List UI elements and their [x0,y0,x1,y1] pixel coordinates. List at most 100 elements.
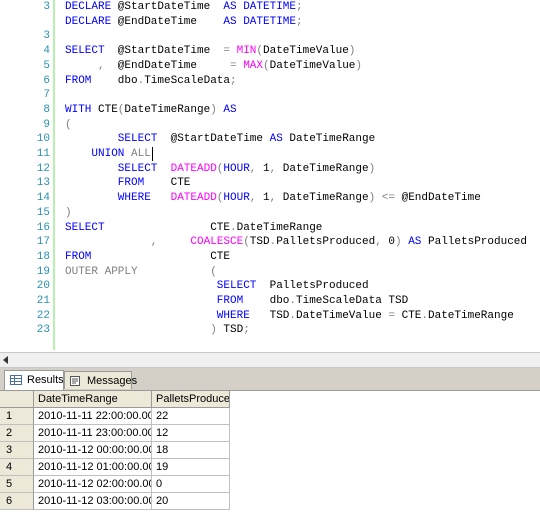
table-row[interactable]: 2 2010-11-11 23:00:00.000 12 [0,425,232,442]
line-number: 23 [36,324,50,337]
code-token: FROM [216,295,244,307]
code-line[interactable]: 11 UNION ALL [0,147,540,161]
scroll-left-arrow-icon[interactable] [3,356,8,364]
code-line[interactable]: 8 WITH CTE(DateTimeRange) AS [0,103,540,117]
datetimerange-cell[interactable]: 2010-11-12 01:00:00.000 [34,459,152,476]
code-line[interactable]: 6 FROM dbo. TimeScaleData; [0,74,540,88]
table-row[interactable]: 6 2010-11-12 03:00:00.000 20 [0,493,232,510]
code-token: AS [408,236,422,249]
code-token: MIN [236,45,257,58]
results-grid[interactable]: DateTimeRange PalletsProduced 1 2010-11-1… [0,391,540,512]
code-line[interactable]: 14 WHERE DATEADD(HOUR, 1, DateTimeRange)… [0,191,540,205]
palletsproduced-cell[interactable]: 0 [152,476,230,493]
code-line[interactable]: 20 SELECT PalletsProduced [0,279,540,293]
code-token: . [421,309,428,322]
code-line[interactable]: 18 FROM CTE [0,250,540,264]
grid-icon [10,375,22,385]
code-line[interactable]: 17 , COALESCE(TSD. PalletsProduced, 0) AS… [0,235,540,249]
code-token: 1 [256,162,270,175]
code-token: DateTimeValue [296,309,389,322]
line-number: 3 [43,30,50,43]
row-number-cell[interactable]: 3 [0,442,34,459]
code-line[interactable]: 12 SELECT DATEADD(HOUR, 1, DateTimeRange… [0,162,540,176]
code-line[interactable]: 3 [0,29,540,43]
datetimerange-cell[interactable]: 2010-11-12 02:00:00.000 [34,476,152,493]
code-line[interactable]: 5 , @EndDateTime = MAX(DateTimeValue) [0,59,540,73]
line-number: 17 [36,236,50,249]
code-line[interactable]: 16 SELECT CTE. DateTimeRange [0,221,540,235]
code-token: ; [296,1,303,13]
code-line[interactable]: 22 WHERE TSD. DateTimeValue = CTE. DateTim… [0,309,540,323]
code-line[interactable]: 13 FROM CTE [0,176,540,190]
tab-messages-label: Messages [87,375,138,387]
code-token: AS [223,103,237,116]
row-number-cell[interactable]: 2 [0,425,34,442]
code-line[interactable]: 10 SELECT @StartDateTime AS DateTimeRang… [0,132,540,146]
line-number: 11 [36,148,50,160]
datetimerange-cell[interactable]: 2010-11-12 03:00:00.000 [34,493,152,510]
code-token: PalletsProduced [256,280,369,293]
tab-messages[interactable]: Messages [64,371,137,389]
code-token: SELECT [65,45,105,58]
column-header-palletsproduced[interactable]: PalletsProduced [152,391,230,408]
code-line[interactable]: 21 FROM dbo. TimeScaleData TSD [0,294,540,308]
code-token: . [289,295,296,307]
editor-horizontal-scrollbar[interactable] [0,352,540,368]
line-number: 12 [36,162,50,175]
code-token: ) [348,45,356,58]
code-token: AS [223,1,237,13]
code-token: 1 [256,192,270,205]
line-number: 21 [36,295,50,307]
row-number-cell[interactable]: 5 [0,476,34,493]
code-token: @EndDateTime [104,59,231,72]
code-token: CTE [144,177,191,190]
row-number-cell[interactable]: 1 [0,408,34,425]
row-number-cell[interactable]: 4 [0,459,34,476]
column-header-datetimerange[interactable]: DateTimeRange [34,391,152,408]
tab-results[interactable]: Results [4,370,64,390]
palletsproduced-cell[interactable]: 19 [152,459,230,476]
palletsproduced-cell[interactable]: 18 [152,442,230,459]
line-number: 10 [36,133,50,146]
code-line[interactable]: 4 SELECT @StartDateTime = MIN(DateTimeVal… [0,44,540,58]
datetimerange-cell[interactable]: 2010-11-11 22:00:00.000 [34,408,152,425]
palletsproduced-cell[interactable]: 22 [152,408,230,425]
table-row[interactable]: 3 2010-11-12 00:00:00.000 18 [0,442,232,459]
code-token: DateTimeValue [263,45,349,58]
code-line[interactable]: 9( [0,118,540,132]
code-line[interactable]: DECLARE @EndDateTime AS DATETIME; [0,15,540,29]
code-token: CTE [91,103,118,116]
code-line[interactable]: 7 [0,88,540,102]
datetimerange-cell[interactable]: 2010-11-12 00:00:00.000 [34,442,152,459]
tab-results-label: Results [27,374,64,386]
code-token: ; [243,324,250,337]
palletsproduced-cell[interactable]: 12 [152,425,230,442]
code-token: DateTimeRange [276,162,369,175]
sql-editor[interactable]: 3 DECLARE @StartDateTime AS DATETIME; DECL… [0,0,540,350]
grid-corner-cell[interactable] [0,391,34,408]
datetimerange-cell[interactable]: 2010-11-11 23:00:00.000 [34,425,152,442]
code-token: HOUR [223,192,250,205]
code-line[interactable]: 23 ) TSD; [0,323,540,337]
table-row[interactable]: 4 2010-11-12 01:00:00.000 19 [0,459,232,476]
code-line[interactable]: 15) [0,206,540,220]
code-token: MAX [243,59,263,72]
code-token: DATEADD [170,192,217,205]
table-row[interactable]: 5 2010-11-12 02:00:00.000 0 [0,476,232,493]
table-row[interactable]: 1 2010-11-11 22:00:00.000 22 [0,408,232,425]
code-line[interactable]: 3 DECLARE @StartDateTime AS DATETIME; [0,0,540,14]
code-line[interactable]: 19 OUTER APPLY ( [0,265,540,279]
row-number-cell[interactable]: 6 [0,493,34,510]
line-number: 8 [43,103,50,116]
text-caret [151,147,153,161]
code-token: FROM [117,177,145,190]
palletsproduced-cell[interactable]: 20 [152,493,230,510]
code-token: @EndDateTime [395,192,481,205]
line-number: 5 [43,59,50,72]
code-token: @StartDateTime [111,1,224,13]
line-number: 9 [43,118,50,131]
